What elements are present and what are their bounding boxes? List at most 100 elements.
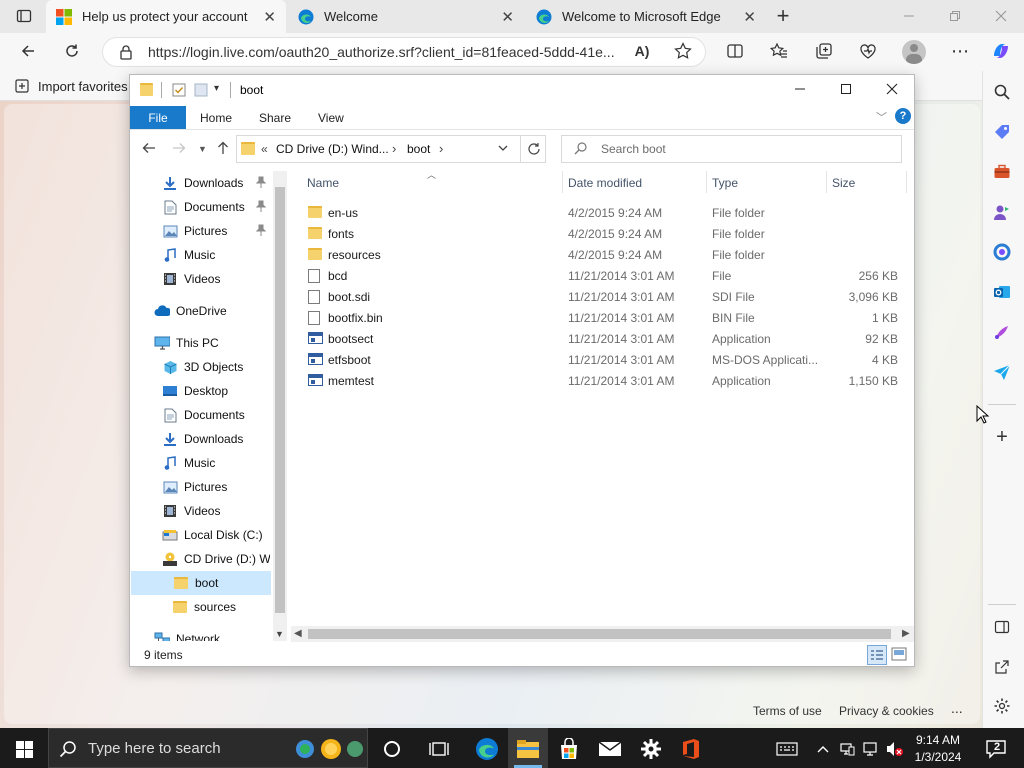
browser-essentials-icon[interactable] bbox=[856, 39, 880, 63]
nav-item-local-disk-c[interactable]: Local Disk (C:) bbox=[130, 523, 270, 547]
help-icon[interactable]: ? bbox=[895, 108, 911, 124]
file-row[interactable]: bcd 11/21/2014 3:01 AM File 256 KB bbox=[304, 266, 904, 287]
sidebar-add-icon[interactable]: + bbox=[990, 425, 1014, 449]
tab-actions-icon[interactable] bbox=[12, 4, 36, 28]
properties-check-icon[interactable] bbox=[172, 83, 186, 100]
restore-window-icon[interactable] bbox=[943, 4, 967, 28]
nav-forward-icon[interactable] bbox=[172, 141, 186, 158]
address-segment-boot[interactable]: boot bbox=[407, 142, 430, 156]
send-paper-plane-icon[interactable] bbox=[990, 360, 1014, 384]
taskbar-clock-time[interactable]: 9:14 AM bbox=[912, 733, 964, 747]
privacy-cookies-link[interactable]: Privacy & cookies bbox=[839, 704, 934, 718]
taskbar-mail-icon[interactable] bbox=[597, 736, 623, 762]
explorer-minimize-icon[interactable] bbox=[794, 83, 806, 98]
address-separator[interactable]: › bbox=[439, 141, 443, 156]
cortana-circle-icon[interactable] bbox=[379, 736, 405, 762]
file-row[interactable]: bootfix.bin 11/21/2014 3:01 AM BIN File 1 K… bbox=[304, 308, 904, 329]
address-separator[interactable]: › bbox=[392, 141, 396, 156]
recent-locations-chevron-icon[interactable]: ▼ bbox=[198, 144, 207, 154]
file-row[interactable]: fonts 4/2/2015 9:24 AM File folder bbox=[304, 224, 904, 245]
nav-item-videos[interactable]: Videos bbox=[130, 267, 270, 291]
sidebar-search-icon[interactable] bbox=[990, 80, 1014, 104]
nav-item-music[interactable]: Music bbox=[130, 243, 270, 267]
nav-item-boot[interactable]: boot bbox=[131, 571, 271, 595]
back-icon[interactable] bbox=[16, 39, 40, 63]
ethernet-tray-icon[interactable] bbox=[858, 736, 884, 762]
address-history-chevron-icon[interactable] bbox=[497, 142, 509, 157]
profile-avatar[interactable] bbox=[902, 40, 926, 64]
tab-close-icon[interactable]: ✕ bbox=[263, 8, 276, 26]
taskbar-edge-icon[interactable] bbox=[474, 736, 500, 762]
tab-close-icon[interactable]: ✕ bbox=[501, 8, 514, 26]
file-row[interactable]: memtest 11/21/2014 3:01 AM Application 1,15… bbox=[304, 371, 904, 392]
column-header-name[interactable]: Name bbox=[307, 176, 339, 190]
customize-toolbar-chevron-icon[interactable]: ▾ bbox=[214, 83, 219, 94]
nav-item-documents[interactable]: Documents bbox=[130, 403, 270, 427]
nav-item-this-pc[interactable]: This PC bbox=[130, 331, 270, 355]
nav-item-network[interactable]: Network bbox=[130, 627, 270, 641]
file-row[interactable]: etfsboot 11/21/2014 3:01 AM MS-DOS Applica… bbox=[304, 350, 904, 371]
tab-welcome[interactable]: Welcome ✕ bbox=[288, 0, 524, 33]
url-text[interactable]: https://login.live.com/oauth20_authorize… bbox=[148, 44, 623, 60]
nav-item-3d-objects[interactable]: 3D Objects bbox=[130, 355, 270, 379]
open-external-icon[interactable] bbox=[990, 655, 1014, 679]
address-overflow[interactable]: « bbox=[261, 142, 268, 156]
file-row[interactable]: bootsect 11/21/2014 3:01 AM Application 92 … bbox=[304, 329, 904, 350]
ribbon-tab-home[interactable]: Home bbox=[200, 111, 232, 125]
expand-ribbon-chevron-icon[interactable]: ﹀ bbox=[876, 109, 887, 125]
address-refresh-icon[interactable] bbox=[527, 142, 541, 159]
nav-item-downloads[interactable]: Downloads bbox=[130, 171, 270, 195]
taskbar-search-placeholder[interactable]: Type here to search bbox=[88, 740, 221, 757]
import-favorites-link[interactable]: Import favorites bbox=[38, 79, 128, 94]
details-view-icon[interactable] bbox=[867, 645, 887, 665]
games-icon[interactable] bbox=[990, 200, 1014, 224]
column-divider[interactable] bbox=[706, 171, 707, 193]
nav-up-icon[interactable] bbox=[216, 141, 230, 158]
lock-icon[interactable] bbox=[114, 40, 138, 64]
nav-scrollbar-thumb[interactable] bbox=[275, 187, 285, 613]
nav-item-documents[interactable]: Documents bbox=[130, 195, 270, 219]
ribbon-tab-view[interactable]: View bbox=[318, 111, 344, 125]
minimize-window-icon[interactable] bbox=[897, 4, 921, 28]
scroll-right-icon[interactable]: ▶ bbox=[902, 628, 910, 639]
shopping-tag-icon[interactable] bbox=[990, 120, 1014, 144]
explorer-close-icon[interactable] bbox=[886, 83, 898, 98]
nav-item-onedrive[interactable]: OneDrive bbox=[130, 299, 270, 323]
outlook-icon[interactable] bbox=[990, 280, 1014, 304]
nav-item-videos[interactable]: Videos bbox=[130, 499, 270, 523]
column-header-size[interactable]: Size bbox=[832, 176, 855, 190]
tools-briefcase-icon[interactable] bbox=[990, 160, 1014, 184]
new-tab-button[interactable]: + bbox=[771, 3, 795, 28]
copilot-icon[interactable] bbox=[989, 39, 1013, 63]
volume-muted-icon[interactable] bbox=[882, 736, 908, 762]
nav-back-icon[interactable] bbox=[142, 141, 156, 158]
tab-welcome-to-edge[interactable]: Welcome to Microsoft Edge ✕ bbox=[526, 0, 766, 33]
page-more-options[interactable]: ... bbox=[951, 700, 963, 716]
nav-item-pictures[interactable]: Pictures bbox=[130, 475, 270, 499]
scroll-left-icon[interactable]: ◀ bbox=[294, 628, 302, 639]
taskbar-settings-icon[interactable] bbox=[638, 736, 664, 762]
settings-gear-icon[interactable] bbox=[990, 694, 1014, 718]
taskbar-office-icon[interactable] bbox=[678, 736, 704, 762]
refresh-icon[interactable] bbox=[60, 39, 84, 63]
microsoft-365-icon[interactable] bbox=[990, 240, 1014, 264]
read-aloud-icon[interactable]: A) bbox=[630, 39, 654, 63]
taskbar-store-icon[interactable] bbox=[556, 736, 582, 762]
ribbon-tab-share[interactable]: Share bbox=[259, 111, 291, 125]
taskbar-clock-date[interactable]: 1/3/2024 bbox=[912, 750, 964, 764]
favorite-star-icon[interactable] bbox=[671, 39, 695, 63]
close-window-icon[interactable] bbox=[989, 4, 1013, 28]
network-tray-icon[interactable] bbox=[834, 736, 860, 762]
nav-item-downloads[interactable]: Downloads bbox=[130, 427, 270, 451]
nav-scroll-down-icon[interactable]: ▼ bbox=[275, 629, 284, 639]
nav-item-desktop[interactable]: Desktop bbox=[130, 379, 270, 403]
explorer-maximize-icon[interactable] bbox=[840, 83, 852, 98]
file-row[interactable]: boot.sdi 11/21/2014 3:01 AM SDI File 3,096 … bbox=[304, 287, 904, 308]
tab-help-protect-account[interactable]: Help us protect your account ✕ bbox=[46, 0, 286, 33]
large-icons-view-icon[interactable] bbox=[891, 647, 907, 664]
nav-item-music[interactable]: Music bbox=[130, 451, 270, 475]
address-segment-cd-drive[interactable]: CD Drive (D:) Wind... bbox=[276, 142, 389, 156]
column-header-type[interactable]: Type bbox=[712, 176, 738, 190]
new-folder-quick-icon[interactable] bbox=[194, 83, 208, 100]
nav-item-sources[interactable]: sources bbox=[130, 595, 270, 619]
